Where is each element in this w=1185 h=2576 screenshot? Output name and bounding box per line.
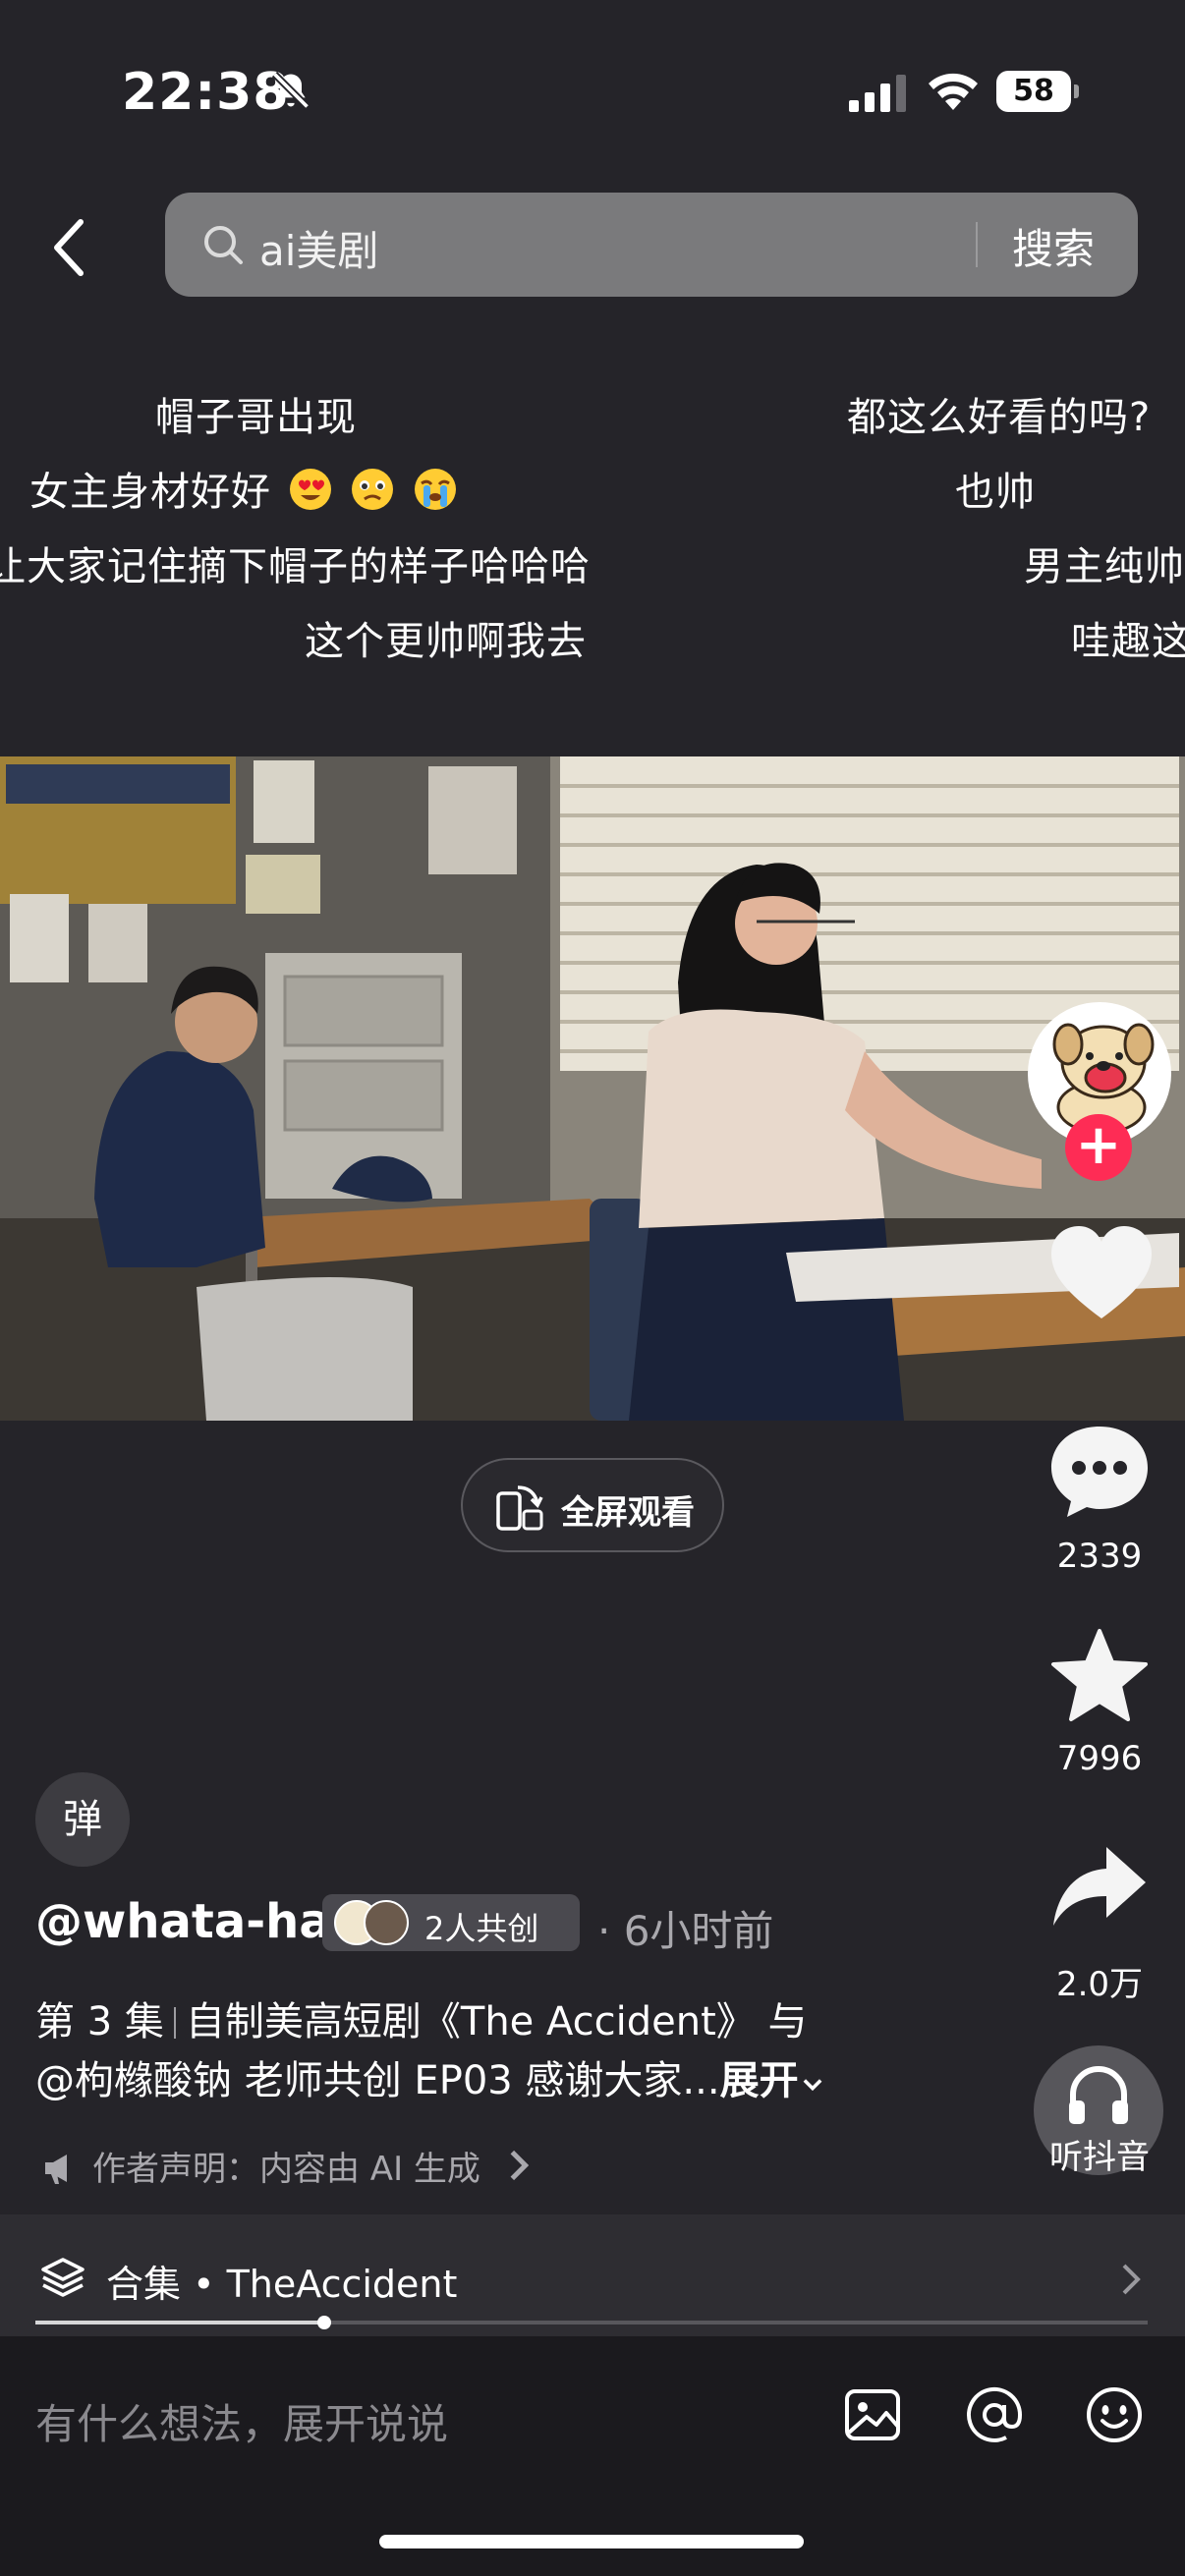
- back-chevron-icon[interactable]: [39, 210, 98, 285]
- battery-level: 58: [996, 71, 1071, 112]
- collection-bar[interactable]: 合集 • TheAccident: [0, 2214, 1185, 2336]
- at-mention-icon[interactable]: [963, 2383, 1026, 2446]
- cocreator-avatar: [364, 1900, 409, 1945]
- search-button[interactable]: 搜索: [1012, 216, 1095, 276]
- bell-muted-icon: [271, 71, 310, 110]
- description-line: 自制美高短剧《The Accident》 与: [185, 1999, 808, 2044]
- share-arrow-icon[interactable]: [1047, 1839, 1152, 1937]
- description-line: @枸橼酸钠 老师共创 EP03 感谢大家...: [35, 2058, 720, 2103]
- share-count: 2.0万: [1055, 1965, 1144, 2004]
- chevron-down-icon: [803, 2079, 821, 2092]
- episode-label: 第 3 集: [35, 1999, 164, 2044]
- cocreate-label: 2人共创: [424, 1910, 539, 1947]
- danmaku-comment: 哇趣这: [1071, 619, 1185, 664]
- search-bar[interactable]: ai美剧 搜索: [165, 193, 1138, 297]
- chevron-right-icon: [1122, 2264, 1141, 2295]
- comment-input[interactable]: 有什么想法，展开说说: [35, 2391, 448, 2451]
- cellular-signal-icon: [849, 75, 906, 112]
- danmaku-comment: 女主身材好好: [29, 460, 459, 517]
- danmaku-comment: 也帅: [955, 470, 1036, 515]
- status-time: 22:38: [122, 63, 290, 122]
- battery-icon: 58: [996, 71, 1079, 112]
- danmaku-toggle-button[interactable]: 弹: [35, 1772, 130, 1867]
- search-input[interactable]: ai美剧: [259, 218, 378, 278]
- progress-fill: [35, 2321, 325, 2324]
- crying-face-emoji-icon: [415, 469, 457, 510]
- comment-count: 2339: [1056, 1537, 1143, 1576]
- danmaku-comment: 都这么好看的吗?: [847, 395, 1152, 440]
- rotate-screen-icon: [496, 1485, 543, 1531]
- fullscreen-label: 全屏观看: [561, 1493, 695, 1533]
- collection-label: 合集 • TheAccident: [106, 2263, 458, 2306]
- post-time: · 6小时前: [597, 1907, 774, 1955]
- danmaku-comment: 这个更帅啊我去: [305, 619, 587, 664]
- ai-declaration[interactable]: 作者声明：内容由 AI 生成: [39, 2142, 552, 2190]
- fullscreen-button[interactable]: 全屏观看: [461, 1458, 724, 1552]
- comment-bubble-icon[interactable]: [1047, 1423, 1152, 1521]
- listen-label: 听抖音: [1049, 2138, 1150, 2177]
- cocreate-badge[interactable]: 2人共创: [322, 1894, 580, 1951]
- headphones-icon: [1069, 2066, 1128, 2124]
- wifi-icon: [929, 73, 978, 110]
- emoji-smile-icon[interactable]: [1083, 2383, 1146, 2446]
- chevron-right-icon: [510, 2150, 529, 2181]
- megaphone-icon: [45, 2155, 67, 2184]
- search-icon: [204, 226, 243, 264]
- favorite-count: 7996: [1056, 1739, 1143, 1778]
- follow-button[interactable]: +: [1065, 1114, 1132, 1181]
- home-indicator[interactable]: [379, 2535, 804, 2548]
- danmaku-text: 女主身材好好: [29, 470, 271, 515]
- layers-icon: [41, 2258, 85, 2297]
- video-description[interactable]: 第 3 集自制美高短剧《The Accident》 与 @枸橼酸钠 老师共创 E…: [35, 1992, 1018, 2110]
- video-player[interactable]: [0, 756, 1185, 1421]
- declaration-text: 作者声明：内容由 AI 生成: [92, 2150, 480, 2189]
- status-bar: 22:38 58: [0, 0, 1185, 187]
- video-progress-bar[interactable]: [35, 2316, 1148, 2329]
- expand-link[interactable]: 展开: [720, 2058, 799, 2103]
- danmaku-comment: 男主纯帅: [1024, 544, 1185, 589]
- image-icon[interactable]: [841, 2383, 904, 2446]
- search-divider: [976, 222, 978, 267]
- favorite-star-icon[interactable]: [1047, 1627, 1152, 1725]
- heart-eyes-emoji-icon: [289, 469, 331, 510]
- like-heart-icon[interactable]: [1047, 1224, 1156, 1322]
- teary-face-emoji-icon: [352, 469, 394, 510]
- danmaku-comment: 帽子哥出现: [155, 395, 357, 440]
- author-name[interactable]: @whata-ha: [35, 1894, 331, 1949]
- danmaku-comment: 让大家记住摘下帽子的样子哈哈哈: [0, 544, 591, 589]
